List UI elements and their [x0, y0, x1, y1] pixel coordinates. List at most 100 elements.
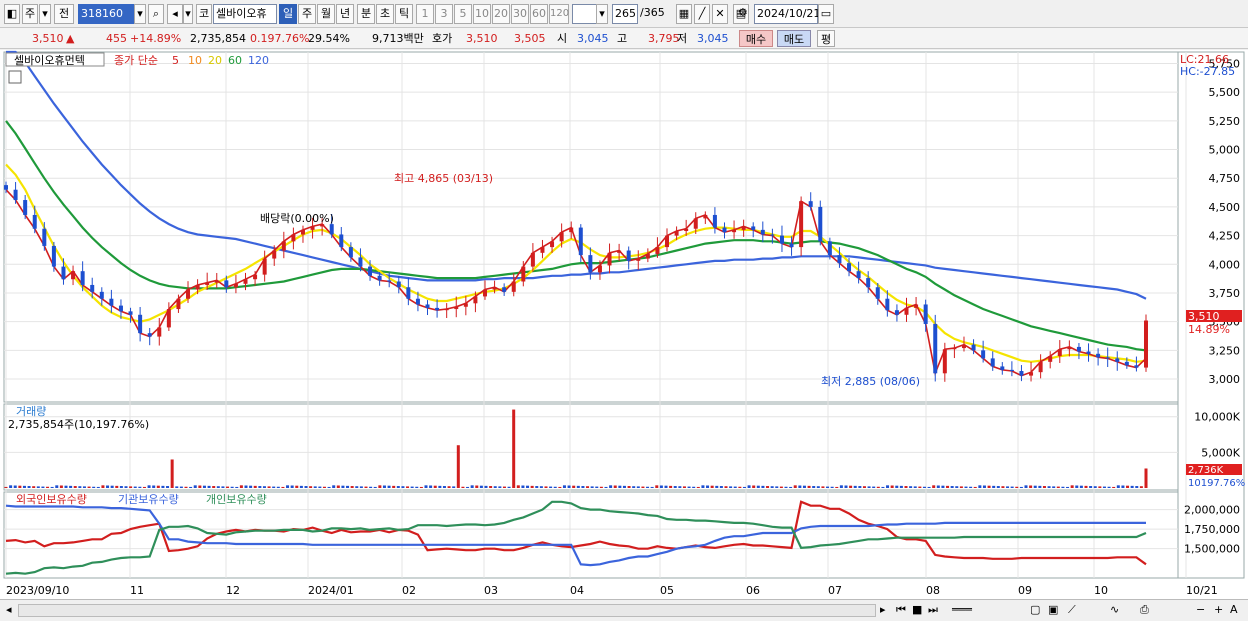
volume-bar	[1135, 486, 1139, 488]
candle-body	[904, 307, 909, 315]
volume-bar	[969, 486, 973, 488]
prev-button[interactable]: 전	[54, 4, 74, 24]
interval-button[interactable]: 3	[435, 4, 453, 24]
zoom-out-icon[interactable]: −	[1196, 603, 1205, 616]
kosdaq-button[interactable]: 코	[196, 4, 212, 24]
volume-bar	[752, 485, 756, 488]
snapshot-icon[interactable]: ⎙	[1140, 603, 1149, 617]
count-input[interactable]: 265	[612, 4, 638, 24]
candle-body	[300, 229, 305, 235]
scroll-right-icon[interactable]: ▸	[880, 603, 886, 616]
volume-bar	[1144, 468, 1148, 488]
stock-code-input[interactable]: 318160	[78, 4, 134, 24]
period-year-button[interactable]: 년	[336, 4, 354, 24]
volume-bar	[27, 486, 31, 488]
stop-icon[interactable]: ■	[912, 603, 922, 616]
volume-bar	[410, 486, 414, 488]
volume-bar	[433, 485, 437, 488]
period-second-button[interactable]: 초	[376, 4, 394, 24]
draw-tool-icon[interactable]: ╱	[694, 4, 710, 24]
candle-body	[626, 250, 631, 261]
volume-bar	[959, 486, 963, 488]
interval-button[interactable]: 60	[530, 4, 548, 24]
volume-bar	[166, 486, 170, 488]
volume-bar	[355, 486, 359, 488]
scroll-left-icon[interactable]: ◂	[6, 603, 12, 616]
volume-bar	[549, 486, 553, 488]
interval-dropdown-icon[interactable]: ▾	[596, 4, 608, 24]
layout-icon[interactable]: ▢	[1030, 603, 1040, 616]
zoom-slider-icon[interactable]: ═══	[952, 603, 972, 616]
search-icon[interactable]: ⌕	[148, 4, 164, 24]
scrollbar-track[interactable]	[18, 604, 876, 617]
interval-button[interactable]: 30	[511, 4, 529, 24]
period-tick-button[interactable]: 틱	[395, 4, 413, 24]
volume-bar	[1126, 485, 1130, 488]
buy-button[interactable]: 매수	[739, 30, 773, 47]
crosshair-icon[interactable]: ✕	[712, 4, 728, 24]
volume-bar	[909, 486, 913, 488]
stock-chart-svg[interactable]: 3,0003,2503,5003,7504,0004,2504,5004,750…	[0, 50, 1248, 599]
period-minute-button[interactable]: 분	[357, 4, 375, 24]
mode-select[interactable]: 주	[22, 4, 38, 24]
candle-body	[530, 252, 535, 267]
interval-button[interactable]: 120	[549, 4, 569, 24]
interval-button[interactable]: 10	[473, 4, 491, 24]
volume-bar	[784, 486, 788, 488]
volume-bar	[742, 486, 746, 488]
chart-type-icon[interactable]: ⟋	[1068, 603, 1076, 617]
volume-bar	[807, 485, 811, 488]
interval-button[interactable]: 5	[454, 4, 472, 24]
mode-dropdown-icon[interactable]: ▾	[39, 4, 51, 24]
volume-bar	[101, 485, 105, 488]
candle-body	[751, 226, 756, 230]
volume-bar	[982, 485, 986, 488]
period-week-button[interactable]: 주	[298, 4, 316, 24]
zoom-in-icon[interactable]: +	[1214, 603, 1223, 616]
volume-bar	[382, 485, 386, 488]
interval-button[interactable]: 20	[492, 4, 510, 24]
volume-pct-label: 10197.76%	[1188, 478, 1245, 489]
volume-title: 거래량	[16, 405, 46, 418]
volume-bar	[378, 485, 382, 488]
sell-button[interactable]: 매도	[777, 30, 811, 47]
text-tool-icon[interactable]: A	[1230, 603, 1238, 616]
step-back-icon[interactable]: ⏮	[896, 603, 906, 617]
volume-bar	[996, 486, 1000, 488]
candle-body	[1105, 357, 1110, 359]
volume-bar	[1098, 486, 1102, 488]
chart-area[interactable]: 3,000 3,250 3,500 3,750 4,000 4,250 4,500 4,750…	[0, 50, 1248, 599]
candle-body	[147, 333, 152, 337]
volume-bar	[41, 486, 45, 488]
candle-body	[42, 228, 47, 246]
settings-icon[interactable]: ⚙	[736, 4, 752, 24]
period-month-button[interactable]: 월	[317, 4, 335, 24]
candle-body	[1038, 361, 1043, 373]
volume-bar	[475, 485, 479, 488]
step-forward-icon[interactable]: ⏭	[928, 603, 938, 617]
date-input[interactable]: 2024/10/21	[754, 4, 820, 24]
candle-body	[550, 241, 555, 248]
volume-bar	[96, 486, 100, 488]
candle-body	[684, 228, 689, 232]
grid-icon[interactable]: ▦	[676, 4, 692, 24]
eval-button[interactable]: 평	[817, 30, 835, 47]
candle-body	[444, 309, 449, 311]
price-tick-label: 4,250	[1209, 230, 1241, 243]
calendar-icon[interactable]: ▭	[818, 4, 834, 24]
volume-bar	[544, 486, 548, 488]
speaker-dropdown-icon[interactable]: ▾	[183, 4, 193, 24]
volume-bar	[692, 486, 696, 488]
code-dropdown-icon[interactable]: ▾	[134, 4, 146, 24]
interval-button[interactable]: 1	[416, 4, 434, 24]
window-split-icon[interactable]: ▣	[1048, 603, 1058, 616]
table-icon[interactable]	[8, 70, 22, 84]
candle-body	[1029, 372, 1034, 376]
line-tool-icon[interactable]: ∿	[1110, 603, 1119, 616]
speaker-icon[interactable]: ◂	[167, 4, 183, 24]
volume-bar	[789, 486, 793, 488]
price-pane[interactable]	[3, 51, 1179, 403]
window-icon[interactable]: ◧	[4, 4, 20, 24]
turnover-rate: 29.54%	[308, 32, 350, 45]
period-day-button[interactable]: 일	[279, 4, 297, 24]
